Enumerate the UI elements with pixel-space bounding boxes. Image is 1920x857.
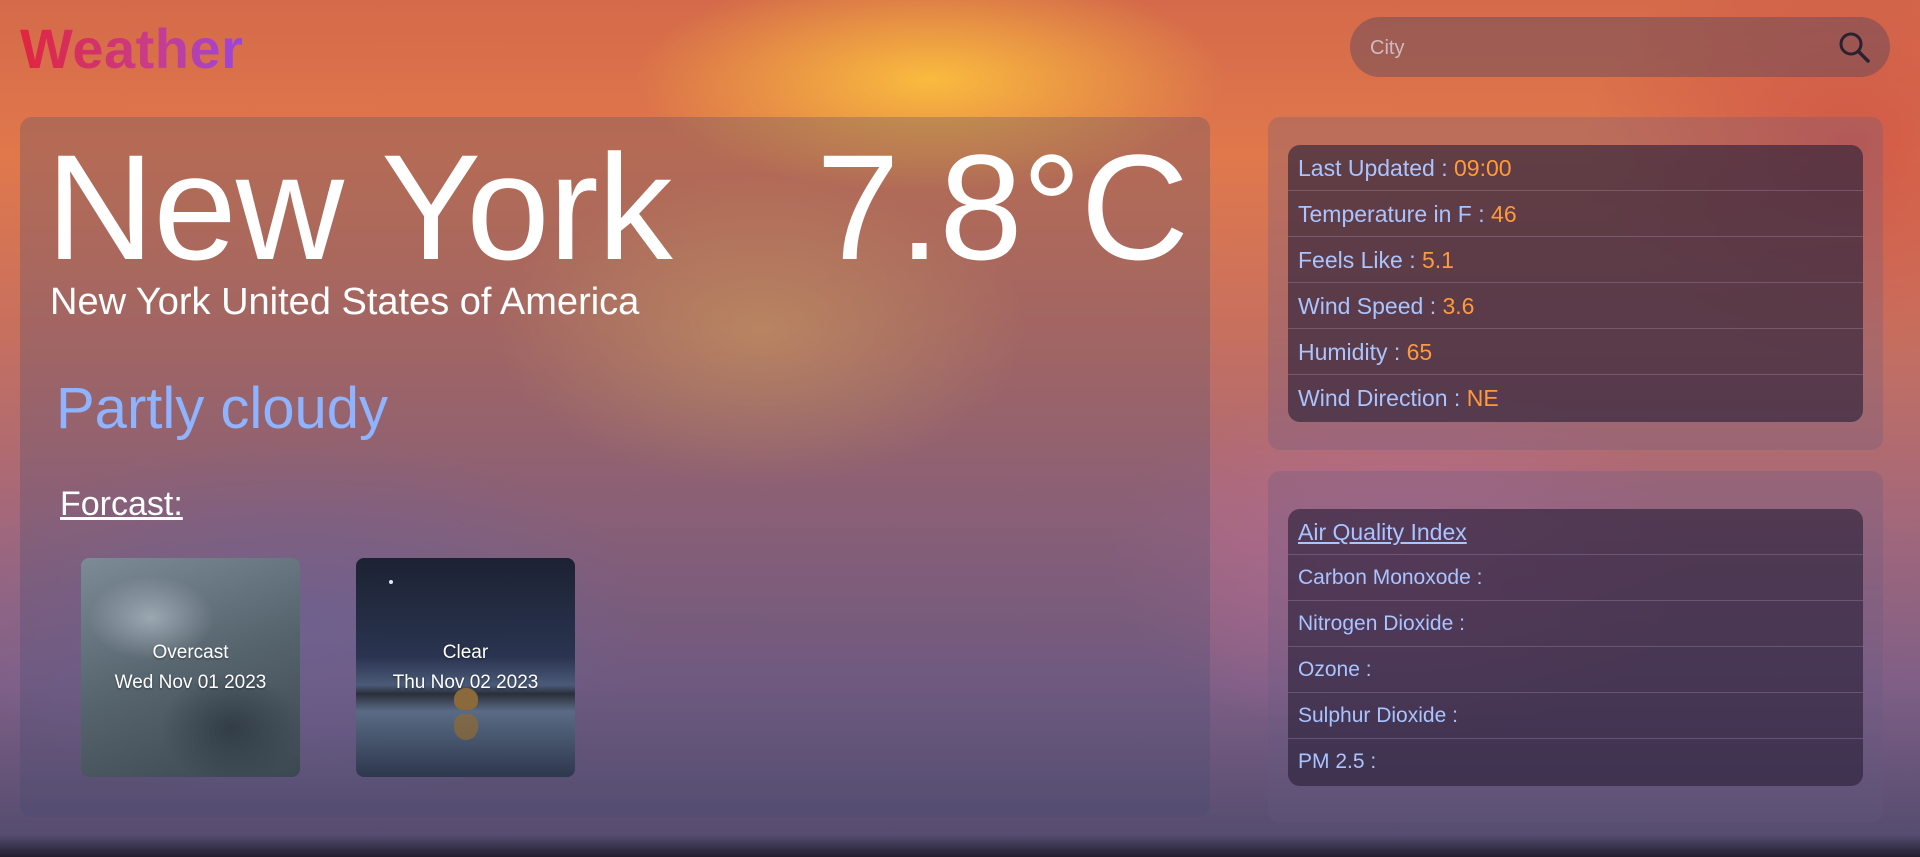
- detail-row-last-updated: Last Updated : 09:00: [1288, 145, 1863, 191]
- detail-label: Temperature in F :: [1298, 201, 1492, 227]
- detail-value: NE: [1466, 385, 1499, 411]
- aqi-label: Ozone :: [1298, 658, 1372, 681]
- forecast-condition: Overcast: [152, 641, 229, 663]
- aqi-row-nitrogen-dioxide: Nitrogen Dioxide :: [1288, 601, 1863, 647]
- weather-condition: Partly cloudy: [56, 376, 389, 441]
- current-weather-panel: New York 7.8°C New York United States of…: [20, 117, 1210, 817]
- detail-row-wind-speed: Wind Speed : 3.6: [1288, 283, 1863, 329]
- detail-row-wind-direction: Wind Direction : NE: [1288, 375, 1863, 421]
- air-quality-title-row: Air Quality Index: [1288, 509, 1863, 555]
- app-logo[interactable]: Weather: [20, 16, 243, 81]
- aqi-row-ozone: Ozone :: [1288, 647, 1863, 693]
- current-temperature: 7.8°C: [816, 123, 1189, 291]
- weather-details-panel: Last Updated : 09:00 Temperature in F : …: [1268, 117, 1883, 450]
- search-bar: [1350, 17, 1890, 79]
- detail-value: 3.6: [1442, 293, 1475, 319]
- detail-label: Last Updated :: [1298, 155, 1454, 181]
- forecast-card-day-1[interactable]: Overcast Wed Nov 01 2023: [81, 558, 300, 777]
- detail-value: 65: [1406, 339, 1433, 365]
- city-search-input[interactable]: [1368, 17, 1812, 79]
- location-full: New York United States of America: [50, 281, 640, 323]
- detail-label: Humidity :: [1298, 339, 1407, 365]
- forecast-date: Thu Nov 02 2023: [392, 671, 539, 693]
- forecast-condition: Clear: [442, 641, 489, 663]
- aqi-label: Sulphur Dioxide :: [1298, 704, 1458, 727]
- detail-row-temperature-f: Temperature in F : 46: [1288, 191, 1863, 237]
- air-quality-title[interactable]: Air Quality Index: [1298, 519, 1467, 545]
- detail-row-feels-like: Feels Like : 5.1: [1288, 237, 1863, 283]
- weather-details-list: Last Updated : 09:00 Temperature in F : …: [1288, 145, 1863, 422]
- detail-label: Feels Like :: [1298, 247, 1422, 273]
- aqi-row-sulphur-dioxide: Sulphur Dioxide :: [1288, 693, 1863, 739]
- detail-row-humidity: Humidity : 65: [1288, 329, 1863, 375]
- forecast-heading: Forcast:: [60, 485, 183, 523]
- forecast-card-day-2[interactable]: Clear Thu Nov 02 2023: [356, 558, 575, 777]
- air-quality-panel: Air Quality Index Carbon Monoxode : Nitr…: [1268, 471, 1883, 823]
- aqi-row-pm25: PM 2.5 :: [1288, 739, 1863, 785]
- aqi-label: PM 2.5 :: [1298, 750, 1377, 773]
- aqi-row-carbon-monoxide: Carbon Monoxode :: [1288, 555, 1863, 601]
- star-decoration: [389, 580, 393, 584]
- air-quality-list: Air Quality Index Carbon Monoxode : Nitr…: [1288, 509, 1863, 786]
- detail-label: Wind Speed :: [1298, 293, 1443, 319]
- city-name: New York: [46, 123, 673, 291]
- search-icon[interactable]: [1836, 29, 1872, 65]
- detail-value: 5.1: [1422, 247, 1454, 273]
- aqi-label: Nitrogen Dioxide :: [1298, 612, 1465, 635]
- detail-value: 46: [1491, 201, 1517, 227]
- forecast-date: Wed Nov 01 2023: [114, 671, 267, 693]
- aqi-label: Carbon Monoxode :: [1298, 566, 1483, 589]
- horizon-silhouette: [0, 835, 1920, 857]
- detail-label: Wind Direction :: [1298, 385, 1467, 411]
- detail-value: 09:00: [1454, 155, 1512, 181]
- tree-reflection-decoration: [454, 714, 478, 740]
